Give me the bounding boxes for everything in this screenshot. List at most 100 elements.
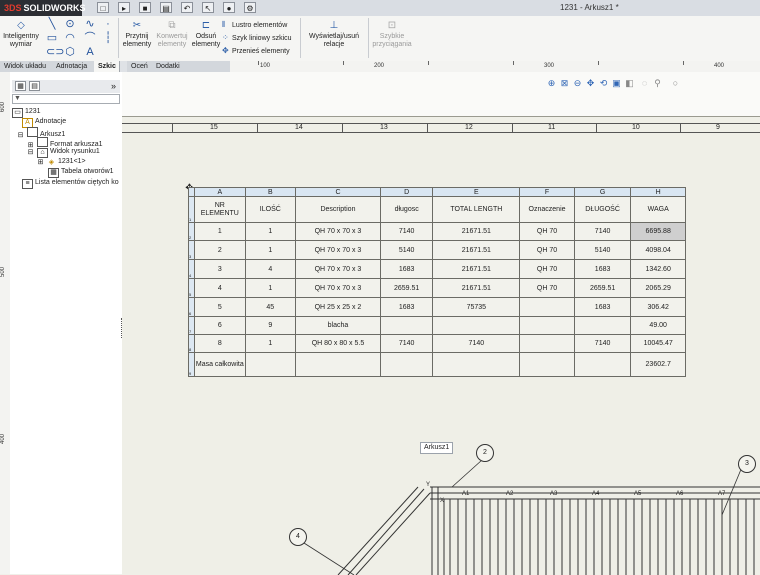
move-entities-button[interactable]: ✥ Przenieś elementy xyxy=(222,46,290,56)
table-cell[interactable]: 1 xyxy=(244,222,297,241)
more-options-icon[interactable]: ○ xyxy=(670,78,681,89)
new-document-icon[interactable]: □ xyxy=(97,2,109,13)
trim-entities-button[interactable]: ✂ Przytnij elementy xyxy=(120,20,154,49)
table-cell[interactable] xyxy=(379,316,434,335)
table-cell[interactable]: 2065.29 xyxy=(630,278,686,298)
table-cell[interactable]: QH 70 xyxy=(519,259,575,279)
table-cell[interactable]: QH 25 x 25 x 2 xyxy=(295,297,381,317)
table-cell[interactable]: 21671.51 xyxy=(432,240,521,260)
rectangle-tool-icon[interactable]: ▭ xyxy=(46,32,58,44)
table-cell[interactable]: 7140 xyxy=(573,334,632,353)
table-cell[interactable] xyxy=(573,316,632,335)
table-cell[interactable]: QH 70 x 70 x 3 xyxy=(295,240,381,260)
table-cell[interactable]: 1683 xyxy=(573,259,632,279)
header-cell[interactable]: TOTAL LENGTH xyxy=(432,196,521,223)
table-cell[interactable]: 1342.60 xyxy=(630,259,686,279)
table-cell[interactable]: 6 xyxy=(194,316,246,335)
table-cell[interactable]: 5140 xyxy=(573,240,632,260)
table-cell[interactable]: 5 xyxy=(194,297,246,317)
table-cell[interactable]: 7140 xyxy=(432,334,521,353)
table-cell[interactable]: 45 xyxy=(244,297,297,317)
view-orientation-icon[interactable]: ▣ xyxy=(611,78,622,89)
tab-sketch[interactable]: Szkic xyxy=(94,61,120,72)
table-cell[interactable]: QH 70 x 70 x 3 xyxy=(295,259,381,279)
table-cell[interactable]: 1 xyxy=(244,278,297,298)
rebuild-traffic-light-icon[interactable]: ● xyxy=(223,2,235,13)
total-mass-label[interactable]: Masa całkowita xyxy=(194,352,246,377)
table-cell[interactable]: QH 70 xyxy=(519,240,575,260)
linear-pattern-button[interactable]: ⁘ Szyk liniowy szkicu xyxy=(222,33,292,43)
display-delete-relations-button[interactable]: ⊥ Wyświetlaj/usuń relacje xyxy=(302,20,366,49)
tree-filter-input[interactable]: ▼ xyxy=(12,94,120,104)
balloon[interactable]: 3 xyxy=(738,455,756,473)
header-cell[interactable]: długosc xyxy=(379,196,434,223)
column-letter[interactable]: B xyxy=(244,187,297,197)
table-cell[interactable]: 1 xyxy=(194,222,246,241)
table-cell[interactable]: 21671.51 xyxy=(432,259,521,279)
header-cell[interactable]: ILOŚĆ xyxy=(244,196,297,223)
table-cell[interactable] xyxy=(432,352,521,377)
collapse-toggle-icon[interactable]: ⊟ xyxy=(16,132,25,140)
bill-of-materials-table[interactable]: A B C D E F G H 1 NR ELEMENTU ILOŚĆ Desc… xyxy=(187,187,686,377)
table-cell[interactable]: blacha xyxy=(295,316,381,335)
table-cell[interactable]: 2659.51 xyxy=(379,278,434,298)
table-cell[interactable]: 7140 xyxy=(379,222,434,241)
table-cell[interactable]: QH 80 x 80 x 5.5 xyxy=(295,334,381,353)
display-style-icon[interactable]: ◧ xyxy=(624,78,635,89)
collapse-toggle-icon[interactable]: ⊟ xyxy=(26,149,35,157)
table-cell[interactable]: 2659.51 xyxy=(573,278,632,298)
table-cell[interactable]: 8 xyxy=(194,334,246,353)
total-mass-value[interactable]: 23602.7 xyxy=(630,352,686,377)
table-cell[interactable]: 21671.51 xyxy=(432,278,521,298)
previous-view-icon[interactable]: ⊖ xyxy=(572,78,583,89)
table-cell[interactable] xyxy=(379,352,434,377)
hide-show-items-icon[interactable]: ◌ xyxy=(639,78,650,89)
undo-icon[interactable]: ↶ xyxy=(181,2,193,13)
tree-item-hole-table[interactable]: ▦ Tabela otworów1 xyxy=(48,167,114,178)
table-cell[interactable] xyxy=(295,352,381,377)
drawing-sheet[interactable]: 15 14 13 12 11 10 9 A1 A2 A3 A4 A5 A6 A7… xyxy=(122,116,760,575)
expand-panel-icon[interactable]: » xyxy=(111,80,116,92)
table-cell[interactable] xyxy=(432,316,521,335)
open-folder-icon[interactable]: ▸ xyxy=(118,2,130,13)
table-cell[interactable]: 4 xyxy=(244,259,297,279)
pan-icon[interactable]: ✥ xyxy=(585,78,596,89)
tree-item-part[interactable]: ⊞ ◈ 1231<1> xyxy=(36,157,86,167)
table-cell[interactable]: 5140 xyxy=(379,240,434,260)
column-letter[interactable]: E xyxy=(432,187,521,197)
table-cell[interactable] xyxy=(573,352,632,377)
spline-tool-icon[interactable]: ∿ xyxy=(84,18,96,30)
column-letter[interactable]: C xyxy=(295,187,381,197)
balloon[interactable]: 4 xyxy=(289,528,307,546)
property-manager-tab-icon[interactable]: ▤ xyxy=(29,81,40,91)
selected-table-cell[interactable]: 6695.88 xyxy=(630,222,686,241)
table-cell[interactable]: 1683 xyxy=(573,297,632,317)
arc-tool-icon[interactable]: ◠ xyxy=(64,32,76,44)
table-cell[interactable]: QH 70 x 70 x 3 xyxy=(295,222,381,241)
expand-toggle-icon[interactable]: ⊞ xyxy=(36,159,45,167)
balloon[interactable]: 2 xyxy=(476,444,494,462)
table-cell[interactable]: 3 xyxy=(194,259,246,279)
table-cell[interactable] xyxy=(519,334,575,353)
table-cell[interactable]: 4098.04 xyxy=(630,240,686,260)
tab-solidworks-addins[interactable]: Dodatki SOLIDWORKS xyxy=(152,61,231,81)
rapid-snaps-button[interactable]: ⊡ Szybkie przyciągania xyxy=(370,20,414,49)
solidworks-logo[interactable]: 3DS SOLIDWORKS xyxy=(0,0,86,16)
table-cell[interactable]: 1 xyxy=(244,334,297,353)
zoom-to-area-icon[interactable]: ⊠ xyxy=(559,78,570,89)
header-cell[interactable]: NR ELEMENTU xyxy=(194,196,246,223)
point-tool-icon[interactable]: · xyxy=(102,18,114,30)
table-cell[interactable]: 49.00 xyxy=(630,316,686,335)
tab-evaluate[interactable]: Oceń xyxy=(127,61,153,72)
header-cell[interactable]: WAGA xyxy=(630,196,686,223)
offset-entities-button[interactable]: ⊏ Odsuń elementy xyxy=(190,20,222,49)
column-letter[interactable]: H xyxy=(630,187,686,197)
print-icon[interactable]: ▤ xyxy=(160,2,172,13)
centerline-tool-icon[interactable]: ┆ xyxy=(102,32,114,44)
table-cell[interactable]: 1 xyxy=(244,240,297,260)
table-cell[interactable]: 7140 xyxy=(573,222,632,241)
column-letter[interactable]: A xyxy=(194,187,246,197)
table-cell[interactable]: 75735 xyxy=(432,297,521,317)
table-cell[interactable]: 306.42 xyxy=(630,297,686,317)
table-cell[interactable]: 10045.47 xyxy=(630,334,686,353)
